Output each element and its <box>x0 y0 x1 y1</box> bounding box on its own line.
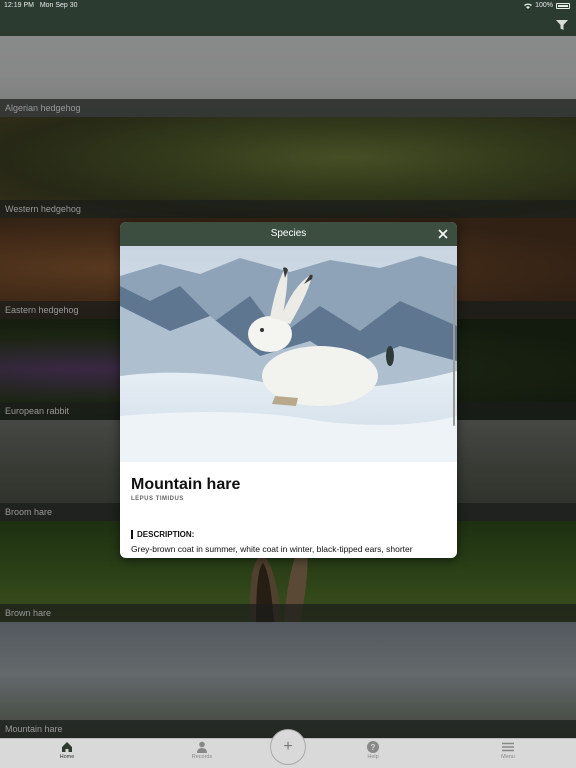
tab-records[interactable]: Records <box>172 741 232 767</box>
status-time: 12:19 PM Mon Sep 30 <box>4 2 78 9</box>
tab-label: Help <box>367 754 379 760</box>
svg-text:?: ? <box>371 743 376 752</box>
filter-icon[interactable] <box>556 19 568 31</box>
nav-bar <box>0 12 576 36</box>
help-icon: ? <box>367 741 379 753</box>
wifi-icon <box>524 3 533 9</box>
species-modal: Species Mountain hare LEPUS TIMIDUS DESC… <box>120 222 457 558</box>
tab-help[interactable]: ? Help <box>343 741 403 767</box>
description-label: DESCRIPTION: <box>131 530 194 539</box>
description-text: Grey-brown coat in summer, white coat in… <box>131 544 413 554</box>
species-latin-name: LEPUS TIMIDUS <box>131 496 184 502</box>
tab-label: Home <box>59 754 75 760</box>
close-icon[interactable] <box>437 228 449 240</box>
person-icon <box>197 741 207 753</box>
modal-scrollbar[interactable] <box>453 286 455 426</box>
modal-header: Species <box>120 222 457 246</box>
status-bar: 12:19 PM Mon Sep 30 100% <box>0 0 576 12</box>
menu-icon <box>502 742 514 752</box>
tab-label: Menu <box>501 754 515 760</box>
tab-home[interactable]: Home <box>37 741 97 767</box>
status-right: 100% <box>524 2 570 9</box>
species-name: Mountain hare <box>131 476 241 493</box>
battery-icon <box>556 2 570 9</box>
add-record-button[interactable]: + <box>270 729 306 765</box>
home-icon <box>62 742 72 752</box>
modal-title: Species <box>270 228 307 239</box>
mountain-hare-photo <box>120 246 457 462</box>
battery-percent: 100% <box>535 2 553 9</box>
tab-label: Records <box>191 754 213 760</box>
tab-menu[interactable]: Menu <box>478 741 538 767</box>
species-photo <box>120 246 457 462</box>
